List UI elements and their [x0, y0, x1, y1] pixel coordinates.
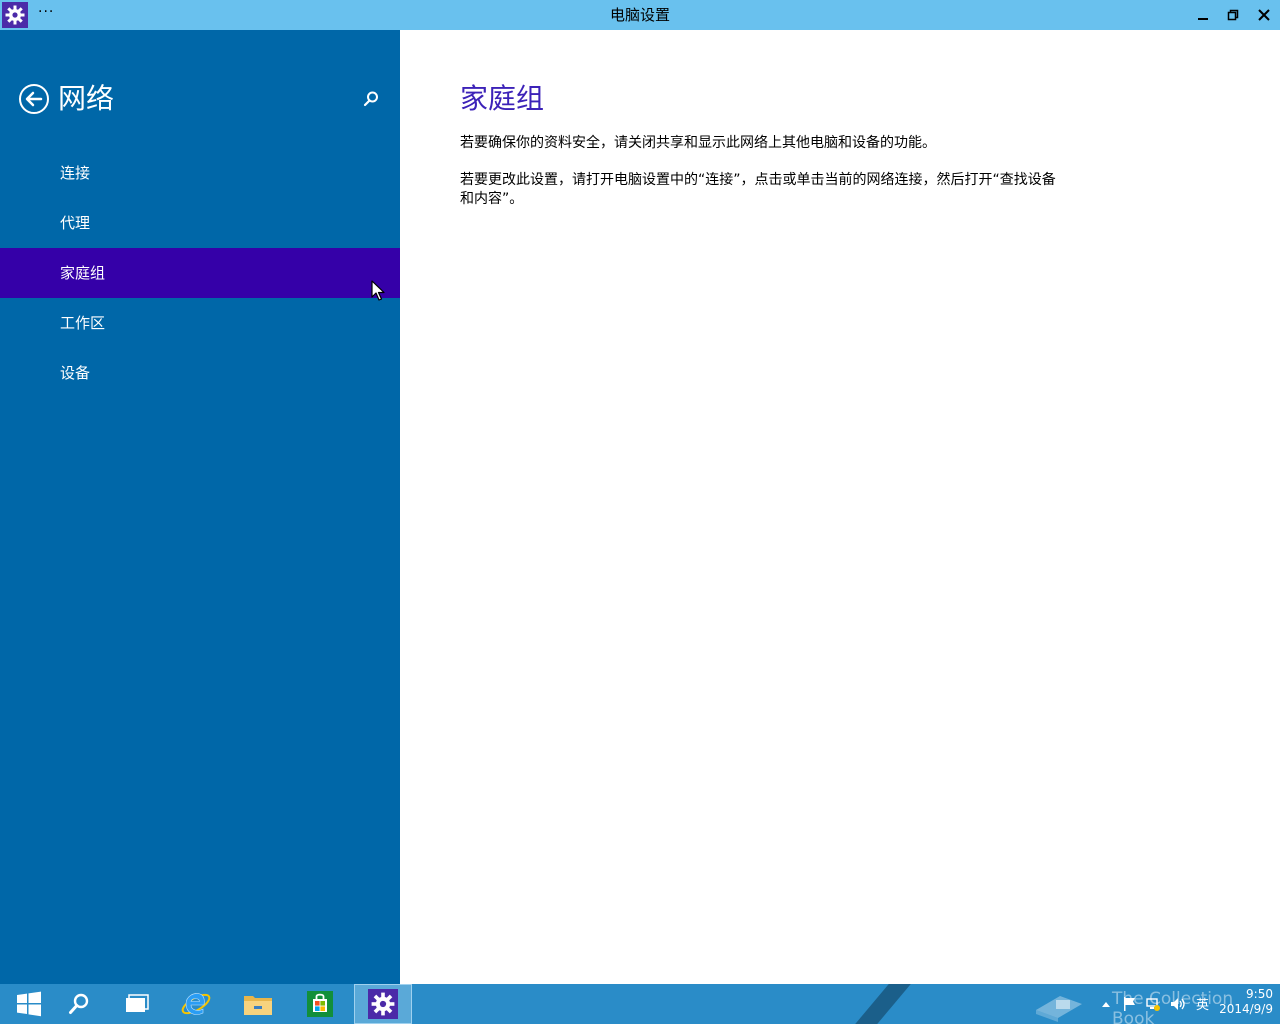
sidebar: 网络 连接 代理 家庭组 工作区 设备 — [0, 30, 400, 984]
sidebar-item-label: 代理 — [60, 214, 91, 232]
search-button[interactable] — [362, 90, 380, 108]
sidebar-item-homegroup[interactable]: 家庭组 — [0, 248, 400, 298]
minimize-icon — [1198, 18, 1208, 20]
clock-time: 9:50 — [1246, 987, 1273, 1001]
file-explorer-icon — [244, 996, 272, 1015]
search-icon — [363, 91, 378, 107]
page-title: 家庭组 — [460, 82, 545, 115]
restore-icon — [1227, 9, 1239, 21]
search-icon — [69, 993, 89, 1014]
sidebar-item-label: 家庭组 — [60, 264, 106, 282]
sidebar-item-proxy[interactable]: 代理 — [0, 198, 400, 248]
input-language-indicator[interactable]: 英 — [1196, 994, 1209, 1013]
internet-explorer-icon — [181, 993, 211, 1015]
system-tray: The Collection Book 英 9:50 2014/9/9 — [1020, 984, 1280, 1024]
sidebar-title: 网络 — [58, 82, 115, 115]
back-arrow-icon — [19, 84, 49, 114]
task-view-icon — [126, 994, 149, 1012]
minimize-button[interactable] — [1188, 0, 1218, 30]
network-icon[interactable] — [1145, 996, 1161, 1012]
store-icon — [307, 991, 333, 1017]
taskbar-decoration — [855, 984, 911, 1024]
settings-taskbar-button[interactable] — [354, 984, 412, 1024]
homegroup-instructions: 若要更改此设置，请打开电脑设置中的“连接”，点击或单击当前的网络连接，然后打开“… — [460, 172, 1056, 207]
sidebar-item-label: 连接 — [60, 164, 91, 182]
store-button[interactable] — [291, 984, 349, 1024]
sidebar-item-devices[interactable]: 设备 — [0, 348, 400, 398]
close-button[interactable] — [1249, 0, 1279, 30]
sidebar-item-label: 设备 — [60, 364, 91, 382]
task-view-button[interactable] — [108, 984, 166, 1024]
action-center-flag-icon[interactable] — [1122, 996, 1138, 1012]
restore-button[interactable] — [1218, 0, 1248, 30]
sidebar-header: 网络 — [18, 80, 388, 120]
close-icon — [1258, 9, 1270, 21]
homegroup-description: 若要确保你的资料安全，请关闭共享和显示此网络上其他电脑和设备的功能。 — [460, 135, 936, 151]
clock-date: 2014/9/9 — [1219, 1002, 1273, 1016]
window-title: 电脑设置 — [609, 6, 670, 24]
start-icon — [17, 991, 41, 1017]
screen: ··· 电脑设置 网络 连接 代理 家庭组 工作区 设备 家庭组 若要确保你的资… — [0, 0, 1280, 1024]
title-bar: ··· 电脑设置 — [0, 0, 1280, 30]
taskbar: The Collection Book 英 9:50 2014/9/9 — [0, 984, 1280, 1024]
taskbar-search-button[interactable] — [50, 984, 108, 1024]
sidebar-item-label: 工作区 — [60, 314, 106, 332]
back-button[interactable] — [18, 83, 50, 115]
internet-explorer-button[interactable] — [167, 984, 225, 1024]
sidebar-item-connection[interactable]: 连接 — [0, 148, 400, 198]
content-pane: 家庭组 若要确保你的资料安全，请关闭共享和显示此网络上其他电脑和设备的功能。 若… — [400, 30, 1280, 984]
sidebar-item-workplace[interactable]: 工作区 — [0, 298, 400, 348]
settings-icon — [368, 989, 398, 1019]
clock[interactable]: 9:50 2014/9/9 — [1213, 987, 1273, 1017]
file-explorer-button[interactable] — [229, 984, 287, 1024]
sidebar-nav: 连接 代理 家庭组 工作区 设备 — [0, 148, 400, 398]
volume-icon[interactable] — [1170, 996, 1186, 1012]
mouse-cursor-icon — [371, 280, 385, 301]
show-hidden-icons-icon[interactable] — [1098, 996, 1114, 1012]
book-logo-icon — [1036, 996, 1082, 1022]
